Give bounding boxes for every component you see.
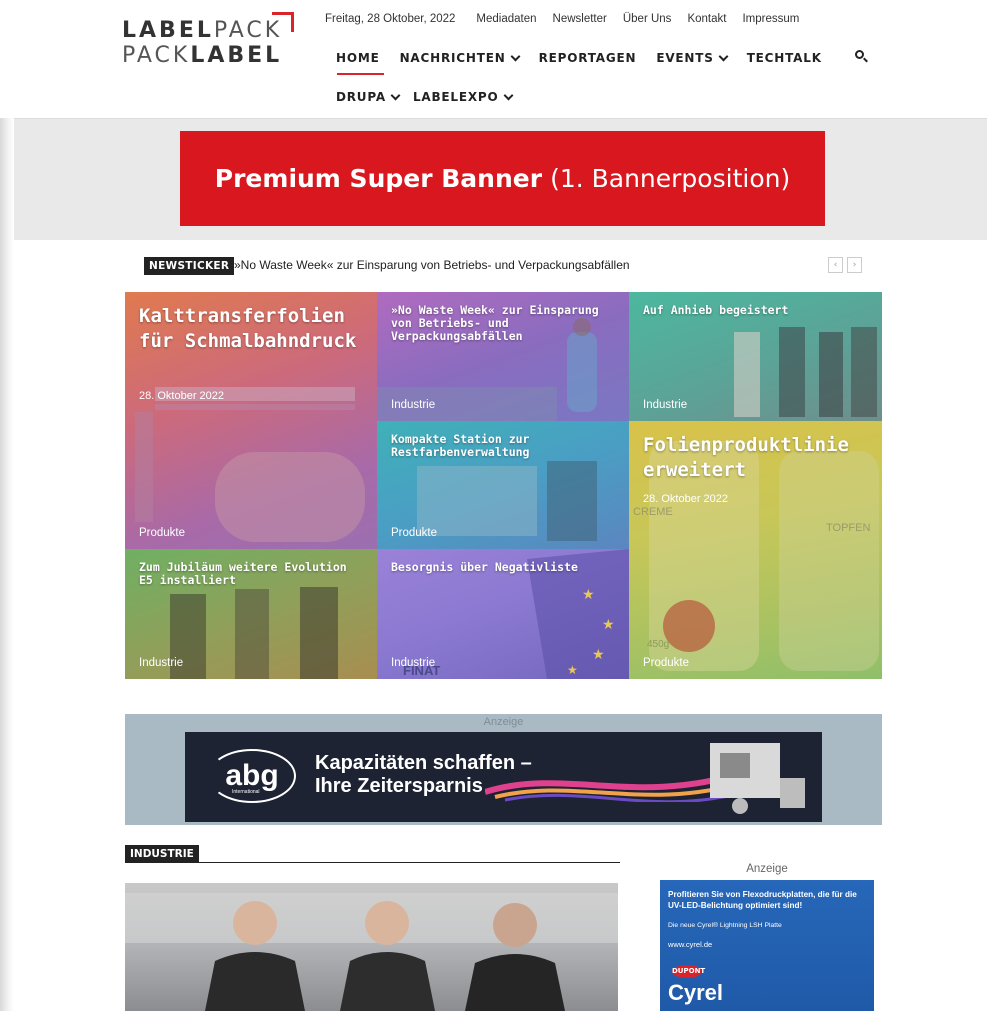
tile-category: Industrie [391,399,436,411]
newsticker-prev-button[interactable]: ‹ [828,257,843,273]
nav-techtalk[interactable]: TECHTALK [747,51,822,65]
tile-title: »No Waste Week« zur Einsparung von Betri… [391,303,599,343]
abg-advertisement[interactable]: abg International Kapazitäten schaffen –… [185,732,822,822]
section-label-industrie[interactable]: INDUSTRIE [125,845,199,863]
current-date: Freitag, 28 Oktober, 2022 [325,13,456,25]
tile-title: Folienproduktlinie erweitert [643,434,849,481]
logo-pack-2: PACK [122,43,191,68]
article-tile-jubilaeum-evolution[interactable]: Zum Jubiläum weitere Evolution E5 instal… [125,549,377,679]
nav-nachrichten[interactable]: NACHRICHTEN [399,51,521,65]
site-header: LABELPACK PACKLABEL Freitag, 28 Oktober,… [0,0,987,118]
tile-category: Produkte [643,657,690,669]
side-ad-subline: Die neue Cyrel® Lightning LSH Platte [668,922,782,929]
chevron-down-icon [390,90,401,101]
abg-logo: abg International [208,749,296,803]
newsticker-next-button[interactable]: › [847,257,862,273]
newsticker-label: NEWSTICKER [144,257,235,275]
nav-events-label: EVENTS [656,51,714,65]
article-tile-kompakte-station[interactable]: Kompakte Station zur Restfarbenverwaltun… [377,421,629,549]
newsticker-headline[interactable]: »No Waste Week« zur Einsparung von Betri… [234,258,630,272]
chevron-down-icon [510,51,521,62]
page-left-shadow [0,0,14,1011]
tile-date: 28. Oktober 2022 [643,493,729,505]
main-navigation-row2: DRUPA LABELEXPO [336,90,513,104]
ad-label: Anzeige [483,716,524,728]
premium-banner-position: (1. Bannerposition) [550,164,791,193]
side-ad-url: www.cyrel.de [668,940,713,949]
tile-category: Produkte [139,527,186,539]
active-nav-underline [337,73,384,75]
premium-super-banner[interactable]: Premium Super Banner (1. Bannerposition) [180,131,825,226]
side-ad-label: Anzeige [746,863,788,875]
tile-category: Industrie [139,657,184,669]
nav-events[interactable]: EVENTS [656,51,729,65]
logo-label-bold: LABEL [122,18,214,43]
abg-logo-sub: International [232,789,260,795]
tile-package-text: CREME [633,506,673,518]
side-ad-headline: Profitieren Sie von Flexodruckplatten, d… [668,890,857,910]
svg-text:★: ★ [582,587,595,603]
tile-category: Industrie [643,399,688,411]
svg-text:★: ★ [592,647,605,663]
tile-package-text-2: TOPFEN [826,522,871,534]
nav-drupa-label: DRUPA [336,90,386,104]
chevron-down-icon [503,90,513,101]
topnav-newsletter[interactable]: Newsletter [553,13,607,25]
nav-nachrichten-label: NACHRICHTEN [399,51,506,65]
nav-reportagen[interactable]: REPORTAGEN [539,51,637,65]
cyrel-brand: Cyrel [668,980,724,1005]
industrie-lead-image[interactable] [125,883,618,1011]
article-tile-folienproduktlinie[interactable]: Folienproduktlinie erweitert 28. Oktober… [629,421,882,679]
topnav-ueber-uns[interactable]: Über Uns [623,13,672,25]
tile-category: Industrie [391,657,436,669]
tile-category: Produkte [391,527,438,539]
nav-home-label: HOME [336,51,380,65]
article-tile-kalttransferfolien[interactable]: Kalttransferfolien für Schmalbahndruck 2… [125,292,377,549]
tile-title: Kalttransferfolien für Schmalbahndruck [139,305,357,352]
top-navigation: Freitag, 28 Oktober, 2022 Mediadaten New… [325,13,799,25]
abg-logo-text: abg [225,759,279,792]
article-tile-no-waste-week[interactable]: »No Waste Week« zur Einsparung von Betri… [377,292,629,421]
premium-banner-bold: Premium Super Banner [214,164,543,193]
site-logo[interactable]: LABELPACK PACKLABEL [122,12,302,78]
section-divider [125,862,620,863]
topnav-impressum[interactable]: Impressum [742,13,799,25]
tile-title: Besorgnis über Negativliste [391,560,578,574]
nav-home[interactable]: HOME [336,51,380,65]
article-tile-auf-anhieb-begeistert[interactable]: Auf Anhieb begeistert Industrie [629,292,882,421]
ad-band: Anzeige abg International Kapazitäten sc… [125,714,882,825]
logo-label-bold-2: LABEL [190,43,283,68]
main-navigation: HOME NACHRICHTEN REPORTAGEN EVENTS TECHT… [336,51,822,65]
tile-package-weight: 450g [647,639,670,650]
svg-text:★: ★ [567,663,578,677]
topnav-mediadaten[interactable]: Mediadaten [476,13,536,25]
nav-labelexpo[interactable]: LABELEXPO [412,90,513,104]
logo-corner-mark [272,12,294,32]
svg-text:★: ★ [602,617,615,633]
nav-drupa[interactable]: DRUPA [336,90,401,104]
photo-people [125,893,618,1011]
dupont-logo: DUPONT [672,965,705,978]
tile-title: Kompakte Station zur Restfarbenverwaltun… [391,432,530,459]
article-tile-negativliste[interactable]: ★ ★ ★ ★ Besorgnis über Negativliste FINA… [377,549,629,679]
tile-date: 28. Oktober 2022 [139,390,225,402]
cyrel-advertisement[interactable]: Profitieren Sie von Flexodruckplatten, d… [660,880,874,1011]
nav-labelexpo-label: LABELEXPO [412,90,499,104]
search-icon[interactable] [855,50,869,64]
nav-techtalk-label: TECHTALK [746,51,822,65]
chevron-down-icon [718,51,729,62]
tile-title: Zum Jubiläum weitere Evolution E5 instal… [139,560,347,587]
topnav-kontakt[interactable]: Kontakt [687,13,726,25]
featured-grid: Kalttransferfolien für Schmalbahndruck 2… [125,292,882,679]
machine-image [710,743,805,814]
newsticker-controls: ‹ › [828,257,862,273]
tile-title: Auf Anhieb begeistert [643,303,789,317]
nav-reportagen-label: REPORTAGEN [538,51,637,65]
